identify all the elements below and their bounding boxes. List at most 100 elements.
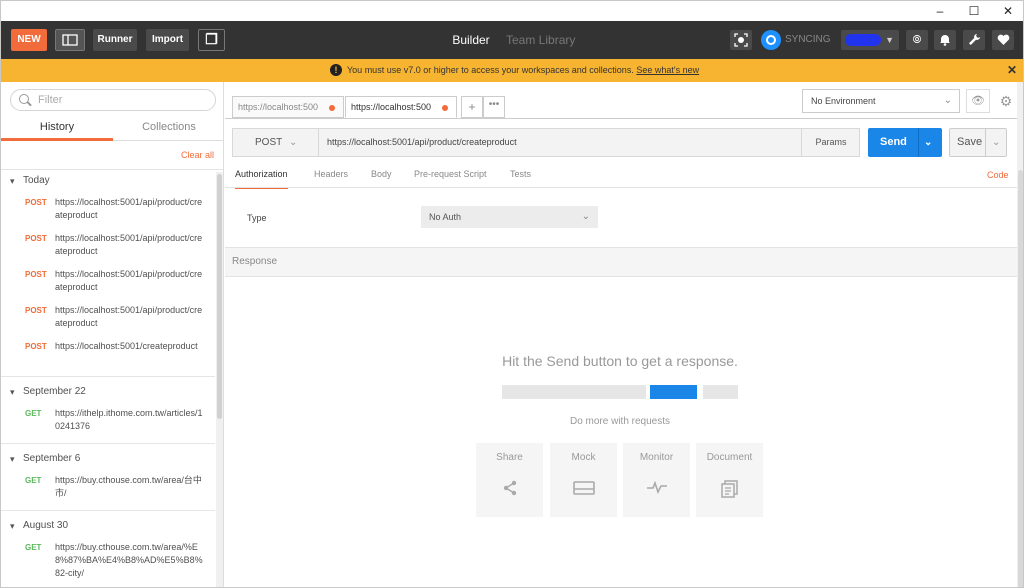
sync-status: SYNCING <box>785 34 831 45</box>
code-link[interactable]: Code <box>987 170 1009 180</box>
divider <box>1 443 215 444</box>
do-more-label: Do more with requests <box>569 416 671 427</box>
method-badge: GET <box>25 543 42 552</box>
minimize-button[interactable]: – <box>923 1 957 21</box>
skeleton-save <box>703 385 738 399</box>
chevron-down-icon: ⌄ <box>943 95 952 106</box>
method-badge: POST <box>25 270 47 279</box>
satellite-icon[interactable]: ⦾ <box>906 30 928 50</box>
method-badge: POST <box>25 234 47 243</box>
divider <box>985 129 986 156</box>
tab-team-library[interactable]: Team Library <box>506 21 581 59</box>
auth-type-select[interactable]: No Auth ⌄ <box>421 206 598 228</box>
document-card[interactable]: Document <box>696 443 763 517</box>
unsaved-dot-icon <box>329 105 335 111</box>
card-label: Mock <box>571 452 596 463</box>
sidebar-scrollbar[interactable] <box>216 172 223 587</box>
divider <box>225 118 1023 119</box>
sync-icon[interactable] <box>761 30 781 50</box>
tab-authorization[interactable]: Authorization <box>235 169 288 189</box>
close-window-button[interactable]: ✕ <box>991 1 1023 21</box>
environment-select[interactable]: No Environment ⌄ <box>802 89 960 113</box>
capture-icon[interactable] <box>730 30 752 50</box>
share-card[interactable]: Share <box>476 443 543 517</box>
scrollbar-thumb[interactable] <box>217 174 222 419</box>
request-builder: https://localhost:500 https://localhost:… <box>225 82 1023 587</box>
import-button[interactable]: Import <box>146 29 189 51</box>
save-button[interactable]: Save ⌄ <box>949 128 1007 157</box>
unsaved-dot-icon <box>442 105 448 111</box>
list-item[interactable]: POST https://localhost:5001/api/product/c… <box>1 300 215 336</box>
tab-builder[interactable]: Builder <box>445 21 497 59</box>
chevron-down-icon: ▼ <box>885 35 894 45</box>
list-item[interactable]: GET https://buy.cthouse.com.tw/area/%E8%8… <box>1 537 215 584</box>
request-tab-label: https://localhost:500 <box>351 102 432 112</box>
url-input[interactable]: https://localhost:5001/api/product/creat… <box>327 129 517 156</box>
monitor-icon <box>623 480 690 499</box>
request-tab-label: https://localhost:500 <box>238 102 319 112</box>
heart-icon[interactable] <box>992 30 1014 50</box>
search-placeholder: Filter <box>38 94 63 106</box>
method-value: POST <box>255 137 283 148</box>
history-group-today[interactable]: Today <box>1 170 215 192</box>
tab-tests[interactable]: Tests <box>510 169 531 187</box>
banner-close-icon[interactable]: ✕ <box>1007 59 1017 82</box>
search-input[interactable]: Filter <box>10 89 216 111</box>
url-bar: POST ⌄ https://localhost:5001/api/produc… <box>232 128 860 157</box>
chevron-down-icon[interactable]: ⌄ <box>992 129 1000 156</box>
add-tab-button[interactable]: + <box>461 96 483 118</box>
runner-button[interactable]: Runner <box>93 29 137 51</box>
list-item[interactable]: POST https://localhost:5001/api/product/c… <box>1 228 215 264</box>
chevron-down-icon: ⌄ <box>289 137 298 148</box>
divider <box>1 510 215 511</box>
history-url: https://buy.cthouse.com.tw/area/台中市/ <box>55 475 202 498</box>
list-item[interactable]: POST https://localhost:5001/api/product/c… <box>1 192 215 228</box>
new-window-button[interactable]: ❐ <box>198 29 225 51</box>
chevron-down-icon[interactable]: ⌄ <box>924 128 932 157</box>
list-item[interactable]: GET https://ithelp.ithome.com.tw/articles… <box>1 403 215 439</box>
scrollbar-thumb[interactable] <box>1018 170 1023 587</box>
whats-new-link[interactable]: See what's new <box>636 65 699 75</box>
main-scrollbar[interactable] <box>1017 82 1023 587</box>
maximize-button[interactable]: ☐ <box>957 1 991 21</box>
warning-icon: ! <box>330 64 342 76</box>
mock-icon <box>550 480 617 501</box>
monitor-card[interactable]: Monitor <box>623 443 690 517</box>
list-item[interactable]: POST https://localhost:5001/api/product/c… <box>1 264 215 300</box>
bell-icon[interactable] <box>934 30 956 50</box>
tab-body[interactable]: Body <box>371 169 392 187</box>
redacted-username <box>845 34 881 46</box>
params-button[interactable]: Params <box>801 129 860 156</box>
history-url: https://localhost:5001/api/product/creat… <box>55 269 203 292</box>
search-icon <box>19 94 29 104</box>
history-url: https://localhost:5001/api/product/creat… <box>55 233 203 256</box>
tab-history[interactable]: History <box>1 115 113 141</box>
method-badge: POST <box>25 198 47 207</box>
method-select[interactable]: POST ⌄ <box>233 129 319 156</box>
eye-icon[interactable]: 👁 <box>966 89 990 113</box>
history-group-aug30[interactable]: August 30 <box>1 515 215 537</box>
request-tab-active[interactable]: https://localhost:500 <box>345 96 457 118</box>
tab-pre-request-script[interactable]: Pre-request Script <box>414 169 487 187</box>
mock-card[interactable]: Mock <box>550 443 617 517</box>
history-group-sep22[interactable]: September 22 <box>1 381 215 403</box>
card-label: Monitor <box>639 452 674 463</box>
history-group-sep6[interactable]: September 6 <box>1 448 215 470</box>
method-badge: GET <box>25 476 42 485</box>
tab-headers[interactable]: Headers <box>314 169 348 187</box>
user-menu[interactable]: ▼ <box>841 30 899 50</box>
list-item[interactable]: GET https://buy.cthouse.com.tw/area/台中市/ <box>1 470 215 506</box>
clear-all-link[interactable]: Clear all <box>181 150 214 160</box>
list-item[interactable]: POST https://localhost:5001/createproduct <box>1 336 215 372</box>
toggle-sidebar-button[interactable] <box>55 29 85 51</box>
skeleton-url <box>502 385 646 399</box>
tab-collections[interactable]: Collections <box>113 115 223 141</box>
more-tabs-button[interactable]: ••• <box>483 96 505 118</box>
wrench-icon[interactable] <box>963 30 985 50</box>
gear-icon[interactable]: ⚙ <box>994 89 1018 113</box>
response-header: Response <box>225 247 1023 277</box>
send-button[interactable]: Send ⌄ <box>868 128 942 157</box>
new-button[interactable]: NEW <box>11 29 47 51</box>
request-tab[interactable]: https://localhost:500 <box>232 96 344 118</box>
upgrade-banner: ! You must use v7.0 or higher to access … <box>1 59 1023 82</box>
